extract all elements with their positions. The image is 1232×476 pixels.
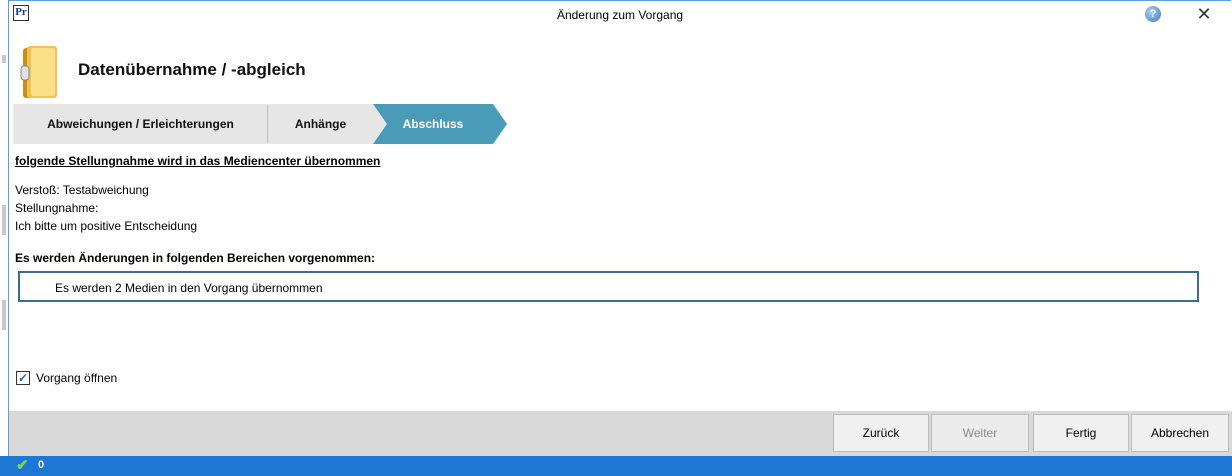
next-button[interactable]: Weiter: [931, 414, 1029, 452]
step-label: Anhänge: [294, 117, 347, 131]
background-window-edge: [0, 0, 8, 476]
edge-mark: [2, 55, 6, 63]
step-separator: [373, 104, 387, 144]
list-item: Es werden 2 Medien in den Vorgang überno…: [55, 281, 323, 295]
close-icon[interactable]: ✕: [1194, 4, 1214, 24]
open-case-label[interactable]: Vorgang öffnen: [36, 371, 117, 385]
dialog-window: Pr Änderung zum Vorgang ? ✕ Datenübernah…: [0, 0, 1232, 476]
info-line: Stellungnahme:: [15, 201, 99, 215]
finish-button[interactable]: Fertig: [1033, 414, 1129, 452]
window-title: Änderung zum Vorgang: [556, 8, 684, 22]
button-bar: Zurück Weiter Fertig Abbrechen: [9, 411, 1232, 456]
title-bar[interactable]: Pr Änderung zum Vorgang ? ✕: [9, 1, 1231, 31]
open-case-checkbox[interactable]: ✓: [16, 371, 30, 385]
edge-mark: [2, 300, 6, 330]
changes-title: Es werden Änderungen in folgenden Bereic…: [15, 251, 376, 265]
step-anhaenge[interactable]: Anhänge: [268, 104, 373, 144]
info-line: Ich bitte um positive Entscheidung: [15, 219, 198, 233]
cancel-button[interactable]: Abbrechen: [1131, 414, 1229, 452]
step-abweichungen[interactable]: Abweichungen / Erleichterungen: [13, 104, 268, 144]
changes-list: Es werden 2 Medien in den Vorgang überno…: [18, 271, 1199, 302]
question-mark-icon[interactable]: ?: [1145, 6, 1161, 22]
status-count: 0: [38, 459, 45, 471]
info-line: Verstoß: Testabweichung: [15, 183, 149, 197]
step-label: Abschluss: [402, 117, 464, 131]
step-label: Abweichungen / Erleichterungen: [47, 117, 234, 131]
folder-icon: [17, 44, 65, 102]
section-title: folgende Stellungnahme wird in das Medie…: [15, 154, 381, 168]
active-step-arrow: [493, 104, 507, 144]
checkmark-icon: ✔: [16, 457, 29, 474]
step-abschluss[interactable]: Abschluss: [373, 104, 493, 144]
page-title: Datenübernahme / -abgleich: [78, 60, 306, 79]
status-bar: ✔ 0: [0, 456, 1232, 476]
edge-mark: [2, 205, 6, 235]
back-button[interactable]: Zurück: [833, 414, 929, 452]
